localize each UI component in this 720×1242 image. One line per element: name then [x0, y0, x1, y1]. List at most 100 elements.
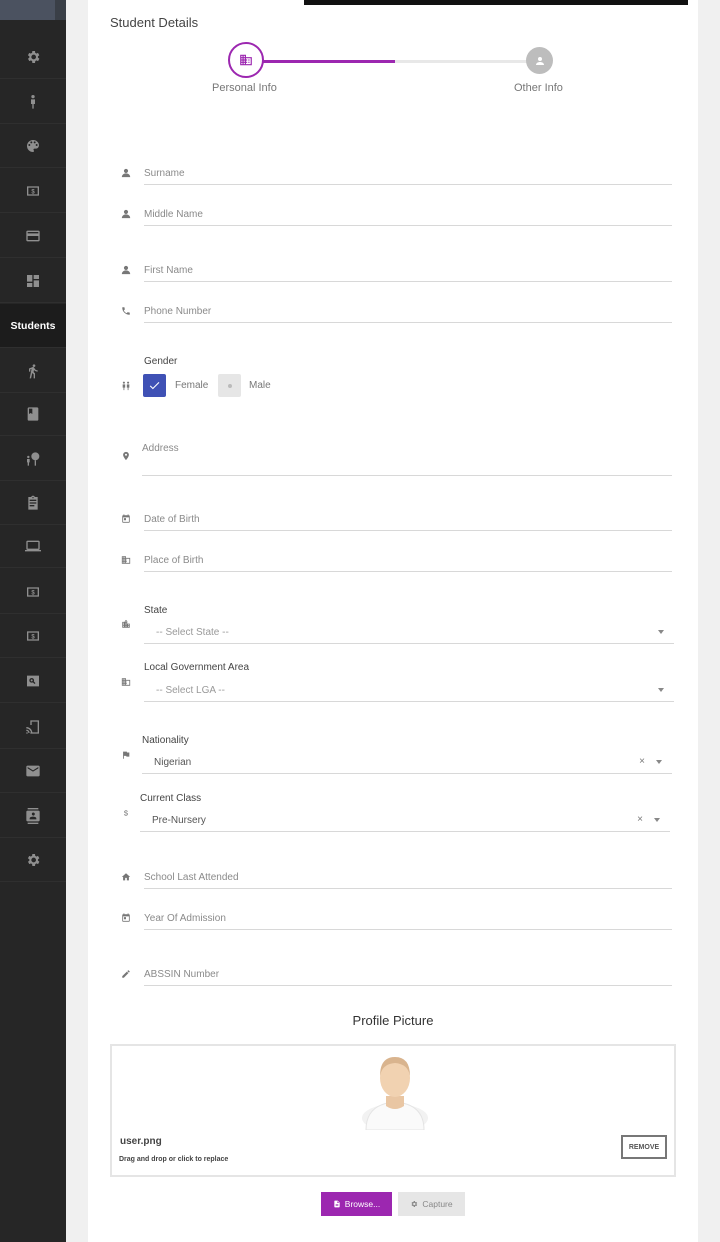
surname-input[interactable]	[144, 163, 672, 185]
sidebar: $ Students $ $	[0, 0, 66, 1242]
male-label: Male	[249, 380, 271, 391]
mail-icon	[26, 765, 40, 776]
dollar-icon: $	[27, 586, 39, 597]
gear-icon	[411, 1201, 418, 1207]
logo	[0, 0, 66, 20]
current-class-select-value: Pre-Nursery	[152, 815, 206, 826]
dashboard-icon	[27, 274, 39, 287]
sidebar-item-nature[interactable]	[0, 437, 66, 481]
calendar-icon	[121, 913, 133, 925]
lga-label: Local Government Area	[144, 662, 250, 673]
walking-icon	[29, 363, 38, 378]
phone-icon	[121, 306, 133, 318]
check-icon	[149, 382, 160, 390]
sidebar-item-label: Students	[10, 319, 56, 332]
female-checkbox[interactable]	[143, 374, 166, 397]
home-icon	[121, 872, 133, 884]
sidebar-item-computer[interactable]	[0, 524, 66, 568]
capture-button[interactable]: Capture	[398, 1192, 465, 1216]
person-icon	[31, 94, 35, 109]
year-of-admission-input[interactable]	[144, 908, 672, 930]
sidebar-item-config[interactable]	[0, 838, 66, 882]
step-label-personal: Personal Info	[212, 82, 277, 94]
state-select[interactable]: -- Select State --	[144, 622, 674, 644]
nationality-label: Nationality	[142, 735, 189, 746]
sidebar-item-cast[interactable]	[0, 705, 66, 749]
sidebar-item-assignments[interactable]	[0, 481, 66, 525]
user-icon	[121, 265, 133, 277]
dropzone-hint: Drag and drop or click to replace	[119, 1156, 229, 1163]
clear-icon[interactable]: ×	[639, 756, 645, 767]
clear-icon[interactable]: ×	[637, 814, 643, 825]
state-label: State	[144, 605, 168, 616]
chevron-down-icon	[658, 688, 664, 692]
stepper-progress	[263, 60, 395, 63]
male-checkbox[interactable]	[218, 374, 241, 397]
gender-label: Gender	[144, 356, 178, 367]
sidebar-item-contacts[interactable]	[0, 794, 66, 838]
file-icon	[334, 1200, 340, 1208]
gear-icon	[27, 50, 40, 63]
remove-button[interactable]: REMOVE	[621, 1135, 667, 1159]
user-icon	[121, 209, 133, 221]
sidebar-item-payments[interactable]	[0, 214, 66, 258]
current-class-select[interactable]: Pre-Nursery ×	[140, 810, 670, 832]
building-icon	[121, 555, 133, 567]
first-name-input[interactable]	[144, 260, 672, 282]
phone-number-input[interactable]	[144, 301, 672, 323]
current-class-label: Current Class	[140, 793, 202, 804]
browse-label: Browse...	[344, 1199, 381, 1209]
sidebar-item-activity[interactable]	[0, 349, 66, 393]
people-icon	[121, 381, 133, 393]
sidebar-item-students[interactable]: Students	[0, 304, 66, 348]
file-name: user.png	[120, 1136, 162, 1147]
nationality-select[interactable]: Nigerian ×	[142, 752, 672, 774]
profile-picture-dropzone[interactable]: user.png Drag and drop or click to repla…	[110, 1044, 676, 1177]
sidebar-item-dashboard[interactable]	[0, 259, 66, 303]
step-label-other: Other Info	[514, 82, 563, 94]
user-icon	[121, 168, 133, 180]
pencil-icon	[121, 969, 133, 981]
abssin-number-input[interactable]	[144, 964, 672, 986]
chevron-down-icon	[658, 630, 664, 634]
sidebar-item-search[interactable]	[0, 659, 66, 703]
step-personal-info[interactable]	[228, 42, 264, 78]
city-icon	[121, 619, 133, 631]
calendar-icon	[121, 514, 133, 526]
palette-icon	[27, 139, 39, 152]
nationality-select-value: Nigerian	[154, 757, 192, 768]
place-of-birth-input[interactable]	[144, 550, 672, 572]
user-avatar-icon	[362, 1057, 428, 1130]
page-title: Student Details	[110, 15, 199, 30]
dollar-icon: $	[27, 630, 39, 641]
capture-label: Capture	[422, 1199, 453, 1209]
date-of-birth-input[interactable]	[144, 509, 672, 531]
school-last-attended-input[interactable]	[144, 867, 672, 889]
sidebar-item-expenses[interactable]: $	[0, 614, 66, 658]
state-select-value: -- Select State --	[156, 627, 229, 638]
sidebar-item-fees[interactable]: $	[0, 169, 66, 213]
chevron-down-icon	[654, 818, 660, 822]
step-other-info[interactable]	[526, 47, 553, 74]
profile-picture-title: Profile Picture	[352, 1013, 434, 1028]
middle-name-input[interactable]	[144, 204, 672, 226]
sidebar-item-finance[interactable]: $	[0, 570, 66, 614]
building-icon	[240, 54, 252, 66]
sidebar-item-palette[interactable]	[0, 124, 66, 168]
sidebar-item-books[interactable]	[0, 392, 66, 436]
sidebar-item-messages[interactable]	[0, 749, 66, 793]
chevron-down-icon	[656, 760, 662, 764]
location-pin-icon	[121, 451, 133, 463]
lga-select[interactable]: -- Select LGA --	[144, 680, 674, 702]
assignment-icon	[28, 495, 38, 510]
address-input[interactable]	[142, 438, 672, 476]
building-icon	[121, 677, 133, 689]
sidebar-item-person[interactable]	[0, 80, 66, 124]
svg-text:$: $	[124, 809, 129, 818]
sidebar-item-settings[interactable]	[0, 35, 66, 79]
dollar-sign-icon: $	[121, 808, 133, 820]
laptop-icon	[25, 540, 41, 551]
browse-button[interactable]: Browse...	[321, 1192, 392, 1216]
book-icon	[27, 406, 39, 421]
person-icon	[535, 56, 544, 65]
